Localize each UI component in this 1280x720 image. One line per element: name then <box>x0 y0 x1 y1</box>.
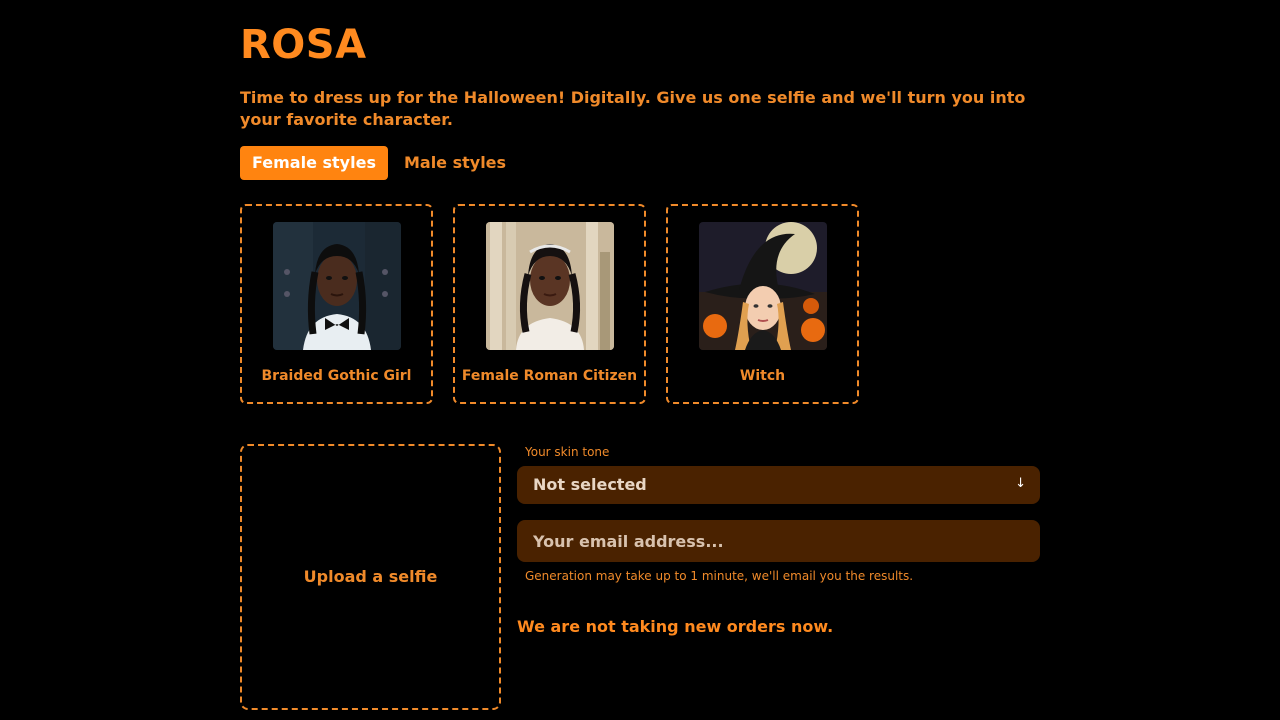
style-tabs: Female styles Male styles <box>240 146 518 180</box>
style-label: Braided Gothic Girl <box>261 368 412 384</box>
upload-selfie-label: Upload a selfie <box>303 567 438 586</box>
upload-selfie-dropzone[interactable]: Upload a selfie <box>240 444 501 710</box>
skin-tone-value: Not selected <box>533 475 647 494</box>
page: ROSA Time to dress up for the Halloween!… <box>0 0 1280 720</box>
style-card-witch[interactable]: Witch <box>666 204 859 404</box>
tab-male-styles[interactable]: Male styles <box>392 146 518 180</box>
skin-tone-select[interactable]: Not selected ↓ <box>517 466 1040 504</box>
style-image-female-roman-citizen <box>486 222 614 350</box>
style-label: Female Roman Citizen <box>461 368 638 384</box>
style-card-braided-gothic-girl[interactable]: Braided Gothic Girl <box>240 204 433 404</box>
style-image-braided-gothic-girl <box>273 222 401 350</box>
style-card-female-roman-citizen[interactable]: Female Roman Citizen <box>453 204 646 404</box>
email-input[interactable] <box>517 520 1040 562</box>
style-label: Witch <box>739 368 786 384</box>
brand-logo: ROSA <box>240 22 367 68</box>
tab-female-styles[interactable]: Female styles <box>240 146 388 180</box>
arrow-down-icon: ↓ <box>1015 476 1026 491</box>
generation-hint: Generation may take up to 1 minute, we'l… <box>525 569 914 583</box>
skin-tone-label: Your skin tone <box>525 445 610 459</box>
orders-closed-notice: We are not taking new orders now. <box>517 617 834 636</box>
style-image-witch <box>699 222 827 350</box>
tagline: Time to dress up for the Halloween! Digi… <box>240 88 1026 129</box>
